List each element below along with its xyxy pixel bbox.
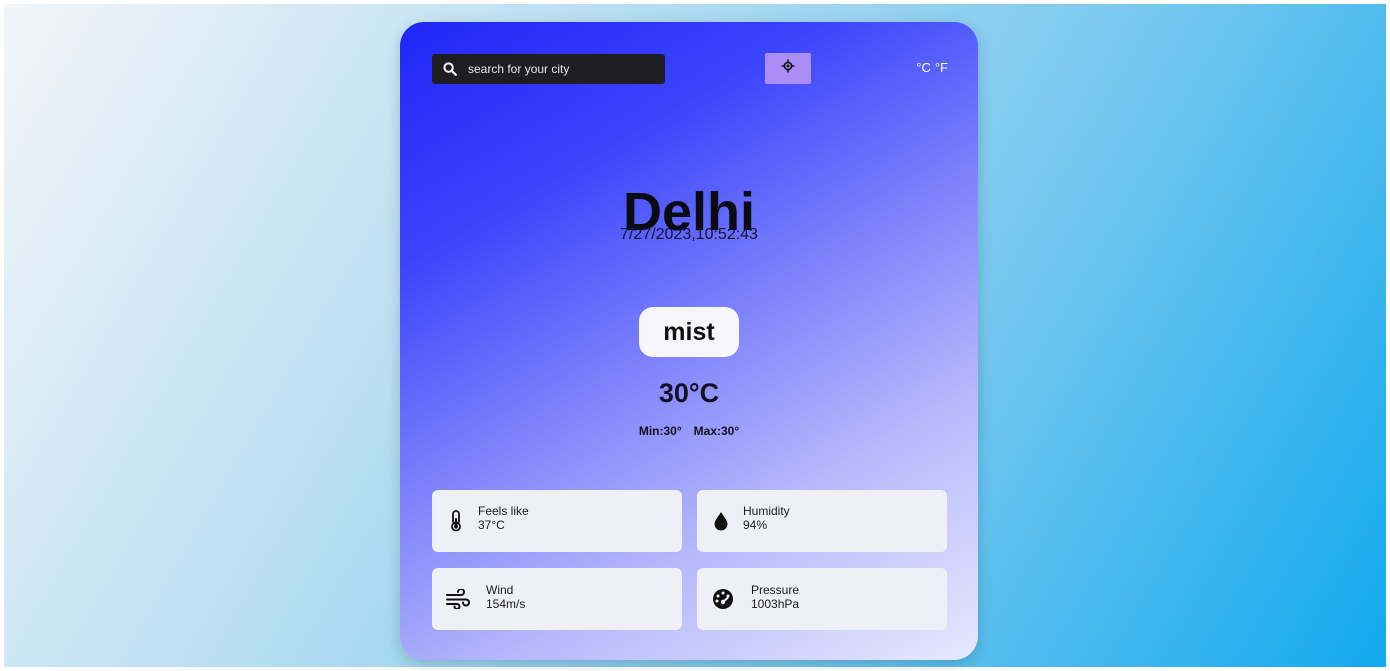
pressure-tile: Pressure 1003hPa [697, 568, 947, 630]
search-bar [432, 54, 665, 84]
celsius-toggle[interactable]: °C [916, 60, 931, 75]
humidity-value: 94% [743, 518, 768, 532]
humidity-tile: Humidity 94% [697, 490, 947, 552]
min-temperature: Min:30° [638, 424, 682, 438]
min-max-temperature: Min:30° Max:30° [400, 424, 978, 438]
feels-like-value: 37°C [478, 518, 505, 532]
wind-value: 154m/s [486, 597, 526, 611]
wind-tile: Wind 154m/s [432, 568, 682, 630]
max-temperature: Max:30° [693, 424, 740, 438]
location-crosshair-icon [781, 59, 795, 78]
thermometer-icon [444, 509, 468, 533]
current-location-button[interactable] [765, 53, 811, 84]
date-time: 7/27/2023,10:52:43 [620, 226, 758, 243]
humidity-label: Humidity [743, 504, 790, 518]
search-icon[interactable] [442, 61, 458, 77]
wind-label: Wind [486, 583, 514, 597]
current-temperature: 30°C [658, 378, 720, 408]
unit-toggle: °C °F [916, 60, 948, 75]
fahrenheit-toggle[interactable]: °F [935, 60, 948, 75]
wind-icon [446, 587, 470, 611]
pressure-value: 1003hPa [751, 597, 800, 611]
search-input[interactable] [468, 62, 658, 76]
weather-card: °C °F Delhi 7/27/2023,10:52:43 mist 30°C… [400, 22, 978, 660]
feels-like-tile: Feels like 37°C [432, 490, 682, 552]
water-drop-icon [709, 509, 733, 533]
feels-like-label: Feels like [478, 504, 529, 518]
gauge-icon [711, 587, 735, 611]
pressure-label: Pressure [751, 583, 800, 597]
weather-condition-badge: mist [639, 307, 739, 357]
